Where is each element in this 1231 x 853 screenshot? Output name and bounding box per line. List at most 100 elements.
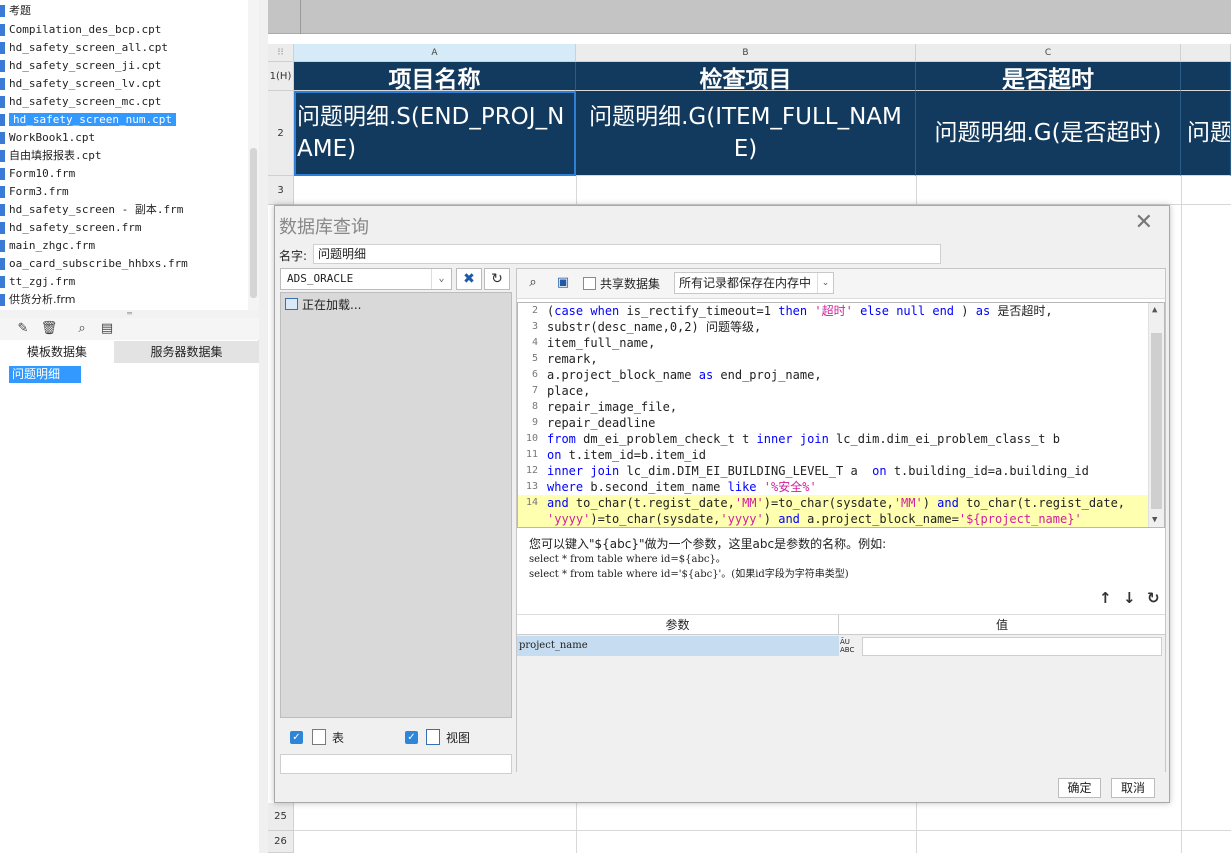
connection-settings-icon[interactable]: ✖ — [456, 268, 482, 290]
editor-scrollbar[interactable]: ▲ ▼ — [1148, 303, 1164, 527]
preview-icon[interactable]: ⌕ — [73, 321, 91, 337]
table-search-input[interactable] — [280, 754, 512, 774]
column-header-a[interactable]: A — [294, 44, 576, 62]
header-cell-project-name[interactable]: 项目名称 — [294, 62, 576, 91]
data-cell-d2[interactable]: 问题 — [1181, 91, 1231, 176]
file-item[interactable]: tt_zgj.frm — [0, 273, 75, 291]
file-item[interactable]: hd_safety_screen_mc.cpt — [0, 93, 161, 111]
refresh-icon[interactable]: ↻ — [484, 268, 510, 290]
data-cell-b2[interactable]: 问题明细.G(ITEM_FULL_NAME) — [576, 91, 916, 176]
type-selector-icon[interactable]: ĀU ABC — [840, 636, 862, 656]
parameter-value-input[interactable] — [862, 637, 1162, 656]
file-item[interactable]: 自由填报报表.cpt — [0, 147, 102, 165]
file-item[interactable]: hd_safety_screen_lv.cpt — [0, 75, 161, 93]
file-tree-scrollbar[interactable] — [248, 0, 259, 310]
file-tree: 考题 Compilation_des_bcp.cpt hd_safety_scr… — [0, 0, 248, 310]
sql-line[interactable]: 11 on t.item_id=b.item_id — [518, 447, 1148, 463]
scroll-up-icon[interactable]: ▲ — [1152, 305, 1157, 315]
share-dataset-checkbox[interactable] — [583, 277, 596, 290]
sql-line[interactable]: 4 item_full_name, — [518, 335, 1148, 351]
tab-template-dataset[interactable]: 模板数据集 — [0, 341, 114, 363]
scroll-down-icon[interactable]: ▼ — [1152, 515, 1157, 525]
database-query-dialog: 数据库查询 ✕ 名字: 问题明细 ADS_ORACLE ⌄ ✖ ↻ 正在加载...… — [274, 205, 1170, 803]
formula-bar-area — [268, 0, 1231, 34]
sql-line[interactable]: 10 from dm_ei_problem_check_t t inner joi… — [518, 431, 1148, 447]
header-cell-d[interactable] — [1181, 62, 1231, 91]
sql-line[interactable]: 12 inner join lc_dim.DIM_EI_BUILDING_LEVE… — [518, 463, 1148, 479]
sql-line[interactable]: 6 a.project_block_name as end_proj_name, — [518, 367, 1148, 383]
line-number: 6 — [531, 369, 538, 380]
refresh-parameters-icon[interactable]: ↻ — [1147, 589, 1160, 607]
file-item[interactable]: WorkBook1.cpt — [0, 129, 95, 147]
file-item[interactable]: hd_safety_screen_all.cpt — [0, 39, 168, 57]
preview-icon[interactable]: ⌕ — [523, 273, 543, 293]
column-header-c[interactable]: C — [916, 44, 1181, 62]
header-cell-timeout[interactable]: 是否超时 — [916, 62, 1181, 91]
connection-select[interactable]: ADS_ORACLE ⌄ — [280, 268, 452, 290]
file-item[interactable]: hd_safety_screen.frm — [0, 219, 141, 237]
close-icon[interactable]: ✕ — [1135, 211, 1153, 235]
row-header-25[interactable]: 25 — [268, 803, 294, 831]
file-icon — [0, 168, 5, 180]
sql-line[interactable]: 2 (case when is_rectify_timeout=1 then '超… — [518, 303, 1148, 319]
move-up-icon[interactable]: ↑ — [1099, 589, 1112, 607]
delete-icon[interactable]: 🗑 — [40, 321, 58, 337]
file-item[interactable]: oa_card_subscribe_hhbxs.frm — [0, 255, 188, 273]
view-type-icon — [426, 729, 440, 745]
sql-code: a.project_block_name as end_proj_name, — [547, 368, 822, 382]
edit-icon[interactable]: ✎ — [14, 321, 32, 337]
sql-line[interactable]: 9 repair_deadline — [518, 415, 1148, 431]
column-header-d[interactable] — [1181, 44, 1231, 62]
scrollbar-thumb[interactable] — [1151, 333, 1162, 509]
sql-line[interactable]: 8 repair_image_file, — [518, 399, 1148, 415]
split-grip[interactable]: ═ — [0, 310, 259, 318]
parameter-icon[interactable]: ▣ — [553, 273, 573, 293]
file-item[interactable]: hd_safety_screen_ji.cpt — [0, 57, 161, 75]
sql-line[interactable]: 14 and to_char(t.regist_date,'MM')=to_cha… — [518, 495, 1148, 511]
dataset-properties-icon[interactable]: ▤ — [98, 321, 116, 337]
dataset-item[interactable]: 问题明细 — [0, 366, 81, 383]
cancel-button[interactable]: 取消 — [1111, 778, 1155, 798]
memory-mode-select[interactable]: 所有记录都保存在内存中 ⌄ — [674, 272, 834, 294]
data-cell-c2[interactable]: 问题明细.G(是否超时) — [916, 91, 1181, 176]
sql-line[interactable]: 7 place, — [518, 383, 1148, 399]
left-panel: 考题 Compilation_des_bcp.cpt hd_safety_scr… — [0, 0, 259, 853]
row-header-3[interactable]: 3 — [268, 176, 294, 205]
row-3-cells[interactable] — [294, 176, 1231, 205]
ok-button[interactable]: 确定 — [1058, 778, 1101, 798]
sql-line[interactable]: 13 where b.second_item_name like '%安全%' — [518, 479, 1148, 495]
row-25-cells[interactable] — [294, 803, 1231, 831]
dataset-list: 问题明细 — [0, 363, 259, 853]
table-checkbox[interactable]: ✓ — [290, 731, 303, 744]
sql-editor[interactable]: 2 (case when is_rectify_timeout=1 then '超… — [517, 302, 1165, 528]
row-header-1[interactable]: 1(H) — [268, 62, 294, 91]
row-header-2[interactable]: 2 — [268, 91, 294, 176]
header-cell-check-item[interactable]: 检查项目 — [576, 62, 916, 91]
row-header-26[interactable]: 26 — [268, 831, 294, 853]
view-checkbox[interactable]: ✓ — [405, 731, 418, 744]
scrollbar-thumb[interactable] — [250, 148, 257, 298]
tab-server-dataset[interactable]: 服务器数据集 — [114, 341, 259, 363]
sql-line[interactable]: 'yyyy')=to_char(sysdate,'yyyy') and a.pr… — [518, 511, 1148, 527]
file-item[interactable]: main_zhgc.frm — [0, 237, 95, 255]
file-item[interactable]: hd_safety_screen - 副本.frm — [0, 201, 183, 219]
file-item[interactable]: Compilation_des_bcp.cpt — [0, 21, 161, 39]
file-item-selected[interactable]: hd_safety_screen_num.cpt — [0, 111, 176, 129]
file-item[interactable]: Form10.frm — [0, 165, 75, 183]
view-filter-label: 视图 — [446, 731, 471, 745]
sql-code: on t.item_id=b.item_id — [547, 448, 706, 462]
parameter-hint: 您可以键入"${abc}"做为一个参数，这里abc是参数的名称。例如: sele… — [529, 537, 886, 582]
sql-line[interactable]: 5 remark, — [518, 351, 1148, 367]
sheet-corner[interactable]: ⁝⁝ — [268, 44, 294, 62]
file-item[interactable]: Form3.frm — [0, 183, 69, 201]
file-item[interactable]: 考题 — [0, 2, 31, 20]
parameter-row[interactable]: project_name ĀU ABC — [517, 636, 1165, 656]
dataset-toolbar: ✎ 🗑 ⌕ ▤ — [0, 318, 259, 340]
file-item[interactable]: 供货分析.frm — [0, 291, 75, 309]
sql-line[interactable]: 3 substr(desc_name,0,2) 问题等级, — [518, 319, 1148, 335]
data-cell-a2[interactable]: 问题明细.S(END_PROJ_NAME) — [294, 91, 576, 176]
dataset-name-input[interactable]: 问题明细 — [313, 244, 941, 264]
move-down-icon[interactable]: ↓ — [1123, 589, 1136, 607]
column-header-b[interactable]: B — [576, 44, 916, 62]
table-tree[interactable]: 正在加载... — [280, 292, 512, 718]
